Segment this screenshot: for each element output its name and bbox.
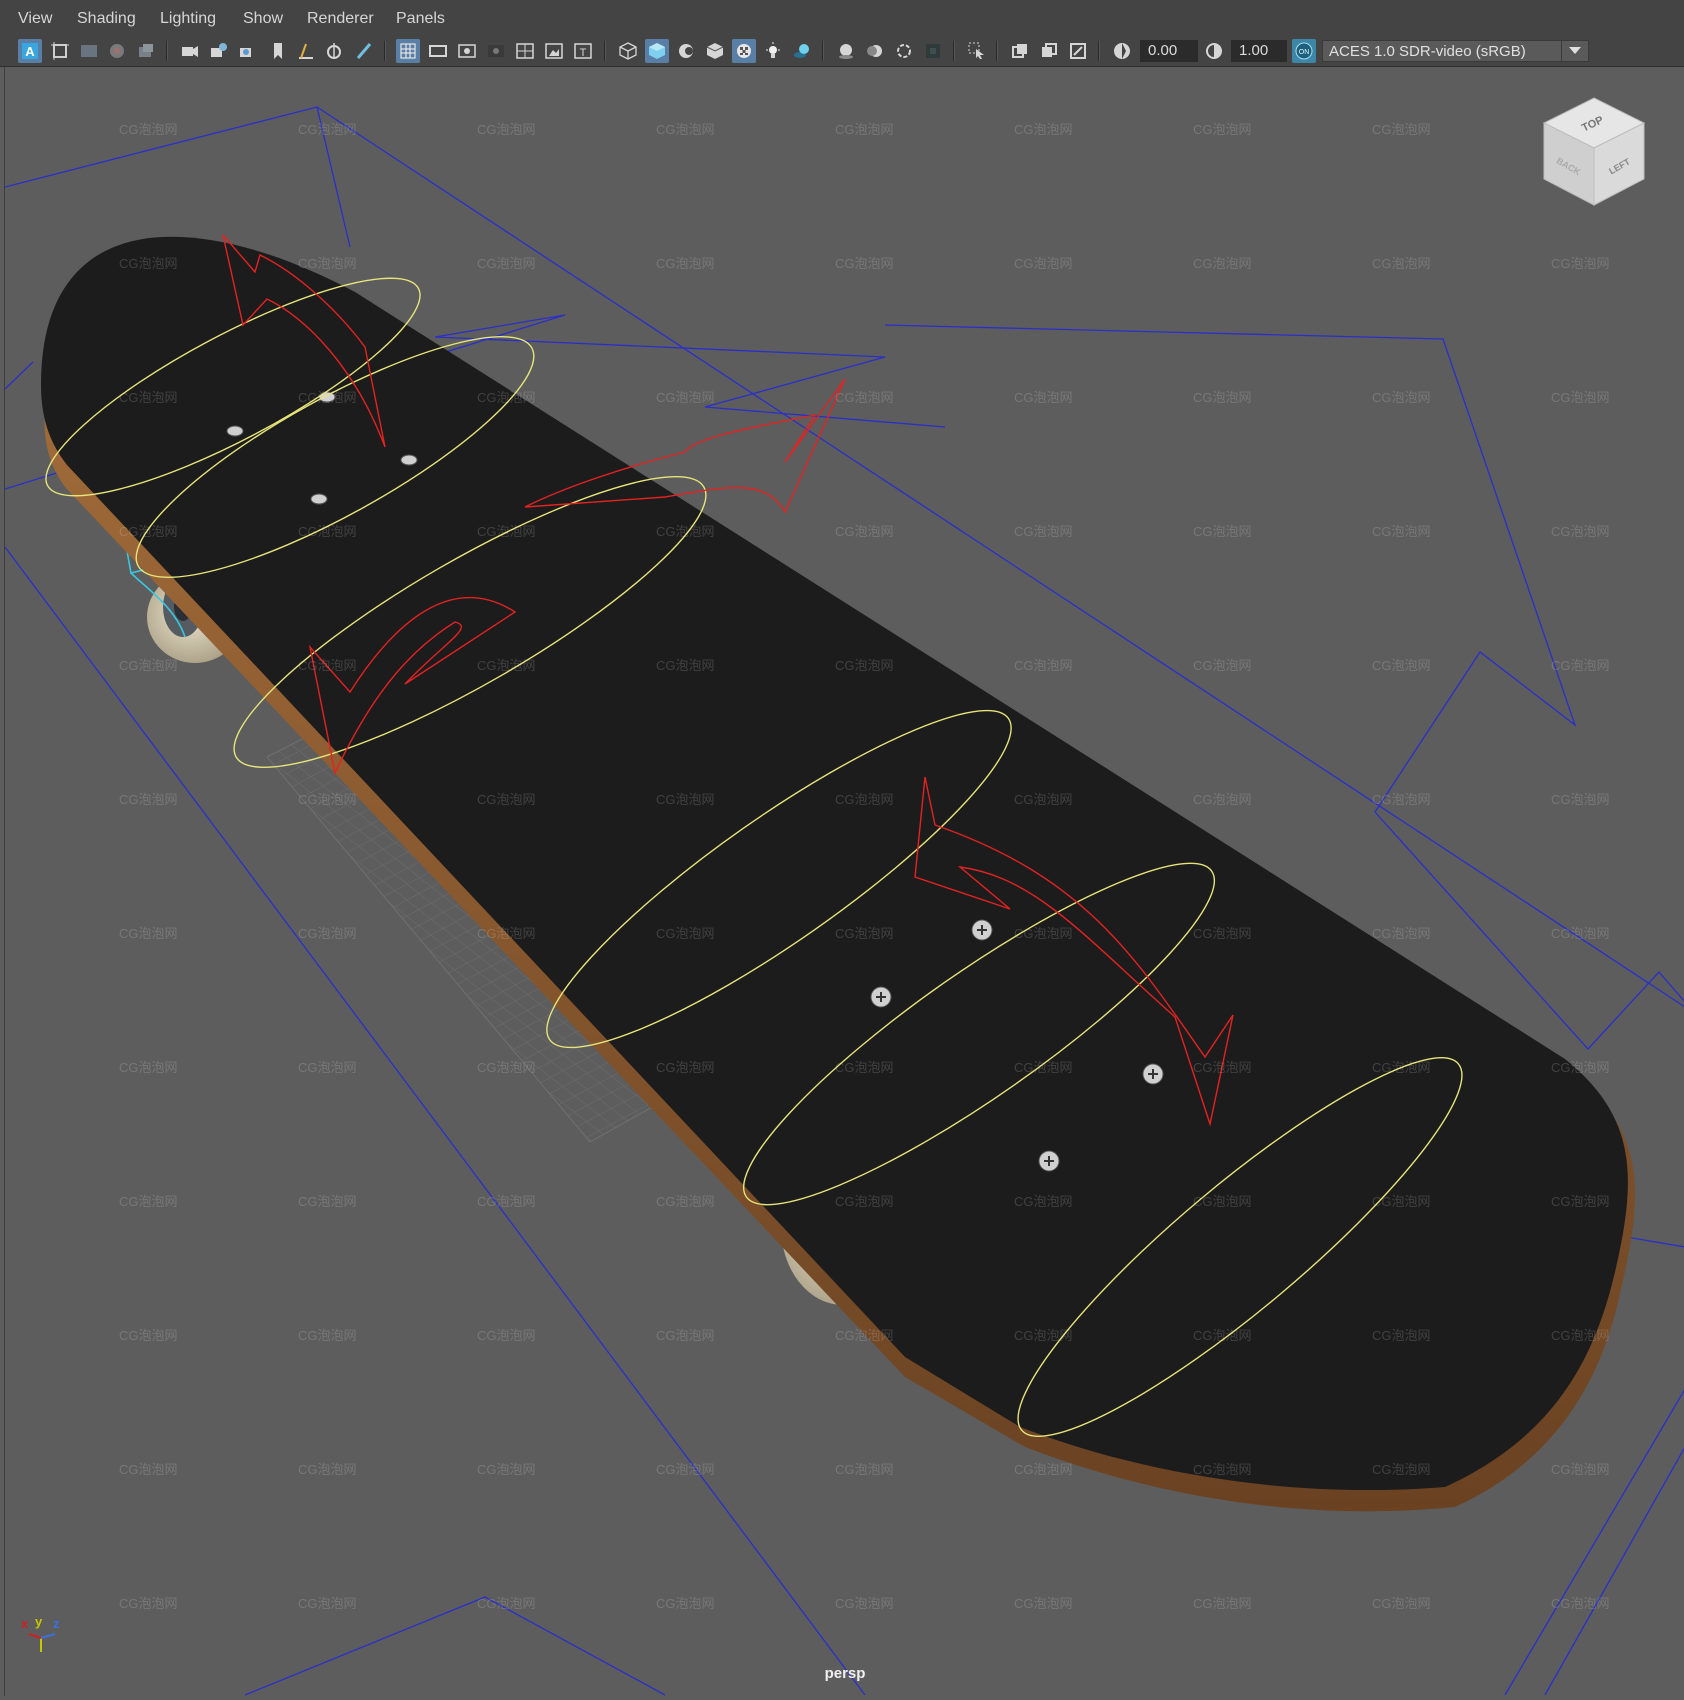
bookmark-camera-icon[interactable] [207,39,231,63]
axis-x-label: x [21,1616,29,1631]
depth-of-field-icon[interactable] [921,39,945,63]
menu-shading[interactable]: Shading [77,10,136,28]
lighting-icon[interactable] [761,39,785,63]
3d-viewport[interactable]: CG泡泡网 CG泡泡网 CG泡泡网 CG泡泡网 CG泡泡网 CG泡泡网 CG泡泡网 CG泡泡网… [4,67,1684,1696]
view-transform-toggle[interactable]: ON [1292,39,1316,63]
color-space-dropdown[interactable]: ACES 1.0 SDR-video (sRGB) [1322,40,1562,62]
film-gate-camera-icon[interactable] [236,39,260,63]
xray-joints-icon[interactable] [1037,39,1061,63]
axis-gizmo: x y z [19,1614,79,1654]
grid-icon[interactable] [396,39,420,63]
scene-canvas[interactable] [5,67,1684,1696]
safe-action-icon[interactable] [542,39,566,63]
xray-icon[interactable] [1008,39,1032,63]
smooth-shade-icon[interactable] [645,39,669,63]
lock-camera-icon[interactable] [178,39,202,63]
isolate-select-icon[interactable] [965,39,989,63]
axis-y-label: y [35,1614,43,1629]
panel-menu-bar: View Shading Lighting Show Renderer Pane… [0,0,1684,37]
motion-blur-icon[interactable] [863,39,887,63]
multisample-aa-icon[interactable] [892,39,916,63]
chevron-down-icon[interactable] [1561,40,1589,62]
shadows-icon[interactable] [790,39,814,63]
gamma-field[interactable]: 1.00 [1231,40,1287,62]
grid-axis-icon[interactable] [294,39,318,63]
svg-text:ON: ON [1299,49,1310,56]
film-gate-icon[interactable] [426,39,450,63]
menu-panels[interactable]: Panels [396,10,445,28]
select-camera-icon[interactable]: A [18,39,42,63]
transform-icon[interactable] [323,39,347,63]
wireframe-icon[interactable] [616,39,640,63]
maya-viewport-panel: View Shading Lighting Show Renderer Pane… [0,0,1684,1700]
camera-attributes-icon[interactable] [48,39,72,63]
gamma-icon[interactable] [1202,39,1226,63]
shaded-wireframe-icon[interactable] [703,39,727,63]
image-plane-icon[interactable] [77,39,101,63]
menu-lighting[interactable]: Lighting [160,10,216,28]
default-material-icon[interactable] [674,39,698,63]
resolution-gate-icon[interactable] [455,39,479,63]
svg-text:A: A [25,44,35,59]
panel-toolbar: A T 0.00 1.00 ON ACES 1.0 SDR-video (sRG… [0,36,1684,67]
two-d-pan-zoom-icon[interactable] [105,39,129,63]
screen-space-ao-icon[interactable] [834,39,858,63]
menu-show[interactable]: Show [243,10,283,28]
exposure-field[interactable]: 0.00 [1140,40,1198,62]
field-chart-icon[interactable] [513,39,537,63]
camera-name-label: persp [824,1665,866,1682]
xray-active-components-icon[interactable] [1066,39,1090,63]
menu-view[interactable]: View [18,10,52,28]
menu-renderer[interactable]: Renderer [307,10,374,28]
gate-mask-icon[interactable] [484,39,508,63]
view-cube[interactable]: TOP LEFT BACK [1539,93,1649,213]
grease-pencil-icon[interactable] [134,39,158,63]
bookmark-icon[interactable] [266,39,290,63]
svg-text:T: T [580,47,587,59]
textured-icon[interactable] [732,39,756,63]
paint-icon[interactable] [352,39,376,63]
axis-z-label: z [53,1616,60,1631]
exposure-icon[interactable] [1110,39,1134,63]
safe-title-icon[interactable]: T [571,39,595,63]
